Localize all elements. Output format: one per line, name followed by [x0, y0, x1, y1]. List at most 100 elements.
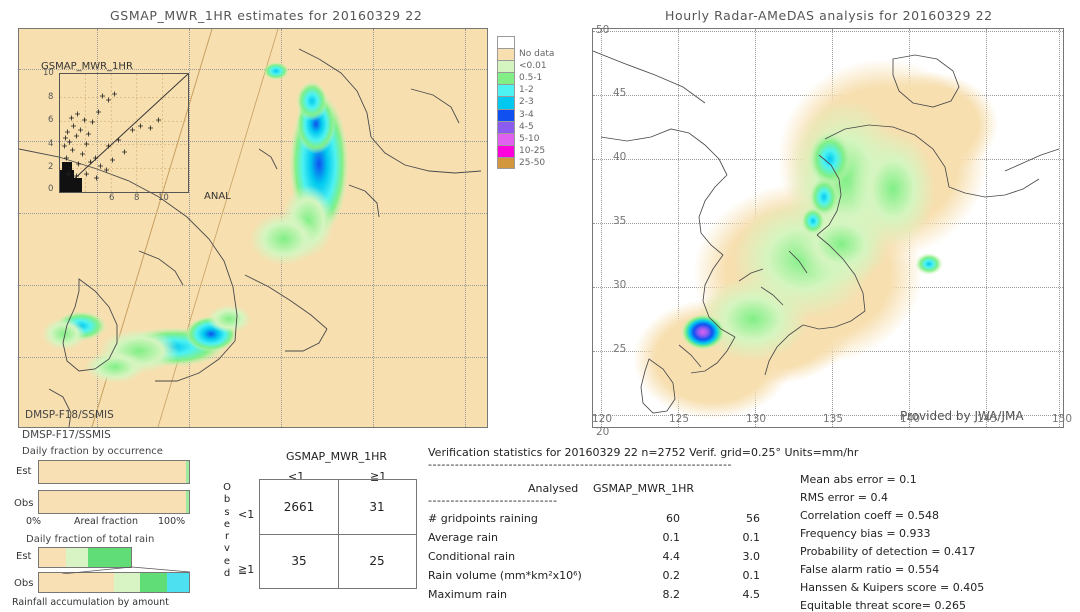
- map-gridline: [755, 29, 756, 427]
- map-gridline: [373, 29, 374, 427]
- contingency-table: 2661 31 35 25: [259, 479, 417, 589]
- right-xtick-145: 145: [977, 413, 998, 425]
- amount-bar-obs-segment-0: [39, 573, 114, 592]
- amount-bar-obs-segment-3: [166, 573, 189, 592]
- observed-label-char: O: [223, 482, 231, 493]
- verification-row-label: Average rain: [428, 531, 498, 544]
- observed-label-char: e: [223, 555, 231, 567]
- inset-title: GSMAP_MWR_1HR: [41, 61, 133, 72]
- amount-row-label-obs: Obs: [14, 578, 34, 589]
- table-cell-ge1-lt1: 35: [291, 554, 307, 568]
- occurrence-chart-title: Daily fraction by occurrence: [22, 446, 163, 457]
- precipitation-field-right: [633, 59, 998, 419]
- map-gridline: [593, 31, 1063, 32]
- verification-col-estimate: GSMAP_MWR_1HR: [593, 482, 695, 495]
- score-correlation-coeff: Correlation coeff = 0.548: [800, 509, 939, 522]
- map-gridline: [986, 29, 987, 427]
- verification-row-estimate: 56: [746, 512, 760, 525]
- inset-ytick-8: 8: [48, 91, 54, 102]
- contingency-row-header-ge1: ≧1: [238, 563, 255, 576]
- map-gridline: [832, 29, 833, 427]
- colorbar-swatch-0: [497, 36, 515, 49]
- inset-scatter-plot: 10 8 6 4 2 0 6 8 10: [43, 68, 189, 203]
- verification-row-analysed: 0.1: [662, 531, 681, 544]
- right-panel-title: Hourly Radar-AMeDAS analysis for 2016032…: [665, 8, 993, 23]
- table-cell-hit-lt1-lt1: 2661: [283, 500, 315, 514]
- colorbar-swatch-8: [497, 132, 515, 145]
- map-gridline: [593, 95, 1063, 96]
- colorbar-label-9: 10-25: [519, 145, 546, 156]
- colorbar-swatch-4: [497, 84, 515, 97]
- right-ytick-30: 30: [613, 279, 627, 291]
- score-mean-abs-error: Mean abs error = 0.1: [800, 473, 917, 486]
- occurrence-axis-right: 100%: [158, 516, 186, 527]
- verification-row-analysed: 60: [666, 512, 680, 525]
- score-false-alarm-ratio: False alarm ratio = 0.554: [800, 563, 940, 576]
- map-gridline: [1059, 29, 1060, 427]
- score-rms-error: RMS error = 0.4: [800, 491, 888, 504]
- colorbar-swatch-10: [497, 156, 515, 170]
- right-ytick-50: 50: [596, 24, 610, 36]
- verification-row-analysed: 4.4: [662, 550, 681, 563]
- coastlines-right: [593, 50, 1060, 414]
- amount-row-label-est: Est: [16, 551, 32, 562]
- inset-ytick-0: 0: [48, 184, 54, 194]
- colorbar-swatch-5: [497, 96, 515, 109]
- amount-bar-est: [38, 547, 132, 568]
- amount-chart-caption: Rainfall accumulation by amount: [12, 597, 169, 608]
- contingency-row-header-lt1: <1: [238, 508, 255, 521]
- contingency-header: GSMAP_MWR_1HR: [286, 450, 388, 463]
- right-ytick-45: 45: [613, 87, 627, 99]
- colorbar-swatch-7: [497, 120, 515, 133]
- amount-bar-obs: [38, 572, 190, 593]
- right-ytick-25: 25: [613, 343, 627, 355]
- colorbar-swatch-3: [497, 72, 515, 85]
- colorbar-swatch-6: [497, 108, 515, 121]
- right-xtick-125: 125: [669, 413, 690, 425]
- occurrence-bar-est-segment-1: [185, 461, 189, 483]
- map-gridline: [678, 29, 679, 427]
- score-hanssen-kuipers: Hanssen & Kuipers score = 0.405: [800, 581, 985, 594]
- colorbar-label-0: [519, 36, 554, 48]
- colorbar-swatch-1: [497, 48, 515, 61]
- right-ytick-35: 35: [613, 215, 627, 227]
- occurrence-axis-left: 0%: [26, 516, 42, 527]
- colorbar-label-10: 25-50: [519, 157, 546, 168]
- precipitation-colorbar: [497, 36, 515, 170]
- inset-xtick-6: 6: [109, 193, 115, 203]
- inset-ytick-10: 10: [43, 68, 54, 78]
- map-gridline: [189, 29, 190, 427]
- amount-bar-est-segment-1: [65, 548, 88, 567]
- verification-row-label: Conditional rain: [428, 550, 516, 563]
- table-cell-lt1-ge1: 31: [369, 500, 385, 514]
- inset-ytick-6: 6: [48, 115, 54, 126]
- colorbar-labels: No data <0.01 0.5-1 1-2 2-3 3-4 4-5 5-10 10-25 25…: [519, 36, 554, 169]
- observed-label-char: b: [223, 494, 231, 506]
- map-gridline: [19, 213, 487, 214]
- map-gridline: [593, 287, 1063, 288]
- colorbar-swatch-9: [497, 144, 515, 157]
- verification-row-estimate: 4.5: [742, 588, 761, 601]
- colorbar-label-8: 5-10: [519, 133, 540, 144]
- amount-connector-lines: [61, 566, 191, 574]
- occurrence-row-label-obs: Obs: [14, 498, 34, 509]
- sensor-label-f17: DMSP-F17/SSMIS: [22, 429, 111, 441]
- right-xtick-135: 135: [823, 413, 844, 425]
- right-xtick-140: 140: [900, 413, 921, 425]
- occurrence-bar-obs-segment-0: [39, 491, 186, 513]
- observed-label-char: r: [224, 531, 230, 543]
- verification-row-analysed: 0.2: [662, 569, 681, 582]
- score-equitable-threat: Equitable threat score= 0.265: [800, 599, 966, 612]
- right-xtick-150: 150: [1052, 413, 1073, 425]
- verification-row-label: # gridpoints raining: [428, 512, 538, 525]
- inset-xaxis-label: ANAL: [204, 191, 231, 202]
- sensor-label-f18: DMSP-F18/SSMIS: [25, 409, 114, 421]
- right-ytick-20: 20: [596, 426, 610, 438]
- map-gridline: [19, 357, 487, 358]
- observed-label-char: e: [223, 518, 231, 530]
- map-gridline: [19, 285, 487, 286]
- occurrence-row-label-est: Est: [16, 466, 32, 477]
- observed-label-char: d: [223, 568, 231, 580]
- map-gridline: [465, 29, 466, 427]
- colorbar-swatch-2: [497, 60, 515, 73]
